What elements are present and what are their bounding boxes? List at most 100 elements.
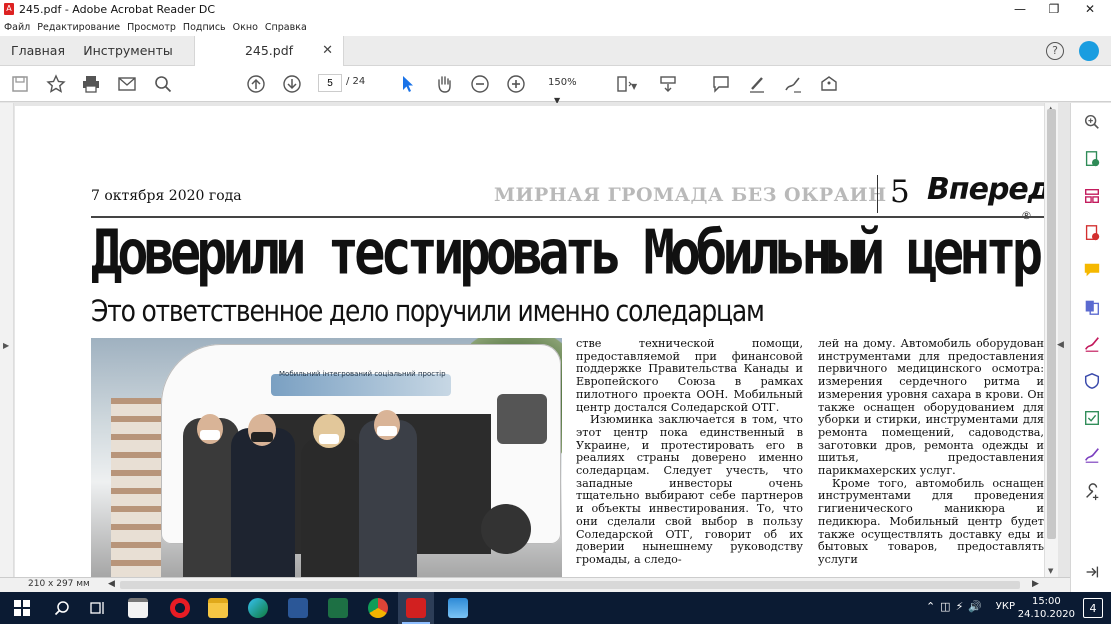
send-signature-icon[interactable] <box>1081 444 1103 466</box>
hand-tool-icon[interactable] <box>432 72 456 96</box>
newspaper-page-number: 5 <box>890 174 910 210</box>
right-tools-panel <box>1070 103 1111 592</box>
zoom-search-icon[interactable] <box>1081 111 1103 133</box>
menu-file[interactable]: Файл <box>4 22 30 33</box>
bookmark-star-icon[interactable] <box>44 72 68 96</box>
opera-app-icon[interactable] <box>162 592 198 624</box>
zoom-level-value: 150% <box>548 77 577 88</box>
help-icon[interactable]: ? <box>1046 42 1064 60</box>
excel-app-icon[interactable] <box>320 592 356 624</box>
article-photo: Мобильний інтегрований соціальний прості… <box>91 338 562 577</box>
col1-paragraph-1: стве технической помощи, предоставляемой… <box>576 338 803 414</box>
stamp-tag-icon[interactable] <box>817 72 841 96</box>
acrobat-app-icon: A <box>4 3 14 15</box>
create-pdf-icon[interactable] <box>1081 222 1103 244</box>
taskbar-search-icon[interactable] <box>44 592 80 624</box>
system-tray-icons[interactable]: ⌃◫⚡🔊 <box>926 600 987 613</box>
zoom-level-select[interactable]: 150% ▼ <box>540 74 598 105</box>
menu-sign[interactable]: Подпись <box>183 22 226 33</box>
compare-files-icon[interactable] <box>1081 407 1103 429</box>
page-total-label: / 24 <box>346 76 366 87</box>
col1-paragraph-2: Изюминка заключается в том, что этот цен… <box>576 413 803 566</box>
export-pdf-icon[interactable] <box>1081 148 1103 170</box>
edge-app-icon[interactable] <box>240 592 276 624</box>
page-fit-chevron-icon[interactable]: ▼ <box>631 82 637 91</box>
word-app-icon[interactable] <box>280 592 316 624</box>
store-app-icon[interactable] <box>120 592 156 624</box>
newspaper-brand: Вперед <box>927 172 1044 207</box>
menu-view[interactable]: Просмотр <box>127 22 176 33</box>
email-icon[interactable] <box>115 72 139 96</box>
restore-button[interactable]: ❐ <box>1037 0 1071 18</box>
comment-tool-icon[interactable] <box>1081 259 1103 281</box>
acrobat-taskbar-icon[interactable] <box>398 592 434 624</box>
menu-help[interactable]: Справка <box>265 22 307 33</box>
window-title: 245.pdf - Adobe Acrobat Reader DC <box>19 2 216 16</box>
scroll-left-icon[interactable]: ◀ <box>108 579 115 589</box>
tab-bar: Главная Инструменты 245.pdf ✕ ? <box>0 36 1111 67</box>
horizontal-scrollbar[interactable] <box>120 581 1020 589</box>
photo-shelf <box>111 398 161 577</box>
comment-icon[interactable] <box>709 72 733 96</box>
minimize-button[interactable]: — <box>1003 0 1037 18</box>
zoom-out-icon[interactable] <box>468 72 492 96</box>
page-size-label: 210 x 297 мм <box>28 579 90 589</box>
scroll-mode-icon[interactable] <box>656 72 680 96</box>
protect-shield-icon[interactable] <box>1081 370 1103 392</box>
photo-mask-4 <box>377 426 397 436</box>
header-divider <box>877 175 878 213</box>
expand-left-icon[interactable]: ▶ <box>3 341 9 350</box>
account-avatar[interactable] <box>1079 41 1099 61</box>
chrome-app-icon[interactable] <box>360 592 396 624</box>
article-headline: Доверили тестировать Мобильный центр <box>91 218 1043 289</box>
title-bar: A 245.pdf - Adobe Acrobat Reader DC — ❐ … <box>0 0 1111 18</box>
photo-person-4 <box>359 420 417 577</box>
menu-edit[interactable]: Редактирование <box>37 22 120 33</box>
file-explorer-icon[interactable] <box>200 592 236 624</box>
photo-mask-1 <box>200 430 220 440</box>
print-icon[interactable] <box>79 72 103 96</box>
article-subheadline: Это ответственное дело поручили именно с… <box>91 294 765 329</box>
combine-files-icon[interactable] <box>1081 296 1103 318</box>
photo-mask-2 <box>251 432 273 442</box>
taskbar-clock[interactable]: 15:00 24.10.2020 <box>1018 595 1075 621</box>
photo-person-2 <box>231 428 295 577</box>
col2-paragraph-2: Кроме того, автомобиль оснащен инструмен… <box>818 476 1044 566</box>
select-cursor-icon[interactable] <box>396 72 420 96</box>
more-tools-icon[interactable] <box>1081 481 1103 503</box>
van-window <box>497 394 547 444</box>
windows-start-icon[interactable] <box>4 592 40 624</box>
tab-tools[interactable]: Инструменты <box>76 36 180 66</box>
collapse-panel-icon[interactable] <box>1081 561 1103 583</box>
article-column-2: лей на дому. Автомобиль оборудован инстр… <box>818 338 1044 577</box>
highlight-pen-icon[interactable] <box>745 72 769 96</box>
organize-pages-icon[interactable] <box>1081 185 1103 207</box>
photo-mask-3 <box>319 434 339 444</box>
scroll-down-icon[interactable]: ▼ <box>1048 567 1053 575</box>
close-tab-icon[interactable]: ✕ <box>322 36 333 66</box>
windows-taskbar: ⌃◫⚡🔊 УКР 15:00 24.10.2020 4 <box>0 592 1111 624</box>
vertical-scrollbar[interactable]: ▲ ▼ <box>1044 103 1058 577</box>
search-icon[interactable] <box>151 72 175 96</box>
close-window-button[interactable]: ✕ <box>1073 0 1107 18</box>
article-column-1: стве технической помощи, предоставляемой… <box>576 338 803 577</box>
tab-home[interactable]: Главная <box>0 36 76 66</box>
menu-window[interactable]: Окно <box>233 22 258 33</box>
zoom-in-icon[interactable] <box>504 72 528 96</box>
page-number-input[interactable] <box>318 74 342 92</box>
collapse-right-panel-icon[interactable]: ◀ <box>1057 340 1069 352</box>
tab-document[interactable]: 245.pdf ✕ <box>194 36 344 67</box>
task-view-icon[interactable] <box>80 592 116 624</box>
scroll-right-icon[interactable]: ▶ <box>1032 579 1039 589</box>
photos-app-icon[interactable] <box>440 592 476 624</box>
scroll-thumb[interactable] <box>1047 109 1056 539</box>
save-icon[interactable] <box>8 72 32 96</box>
fill-sign-icon[interactable] <box>1081 333 1103 355</box>
input-language[interactable]: УКР <box>996 601 1015 612</box>
next-page-icon[interactable] <box>280 72 304 96</box>
left-panel-toggle[interactable]: ▶ <box>0 103 14 577</box>
article-date: 7 октября 2020 года <box>91 188 242 204</box>
notification-center-icon[interactable]: 4 <box>1083 598 1103 618</box>
previous-page-icon[interactable] <box>244 72 268 96</box>
draw-sign-icon[interactable] <box>781 72 805 96</box>
